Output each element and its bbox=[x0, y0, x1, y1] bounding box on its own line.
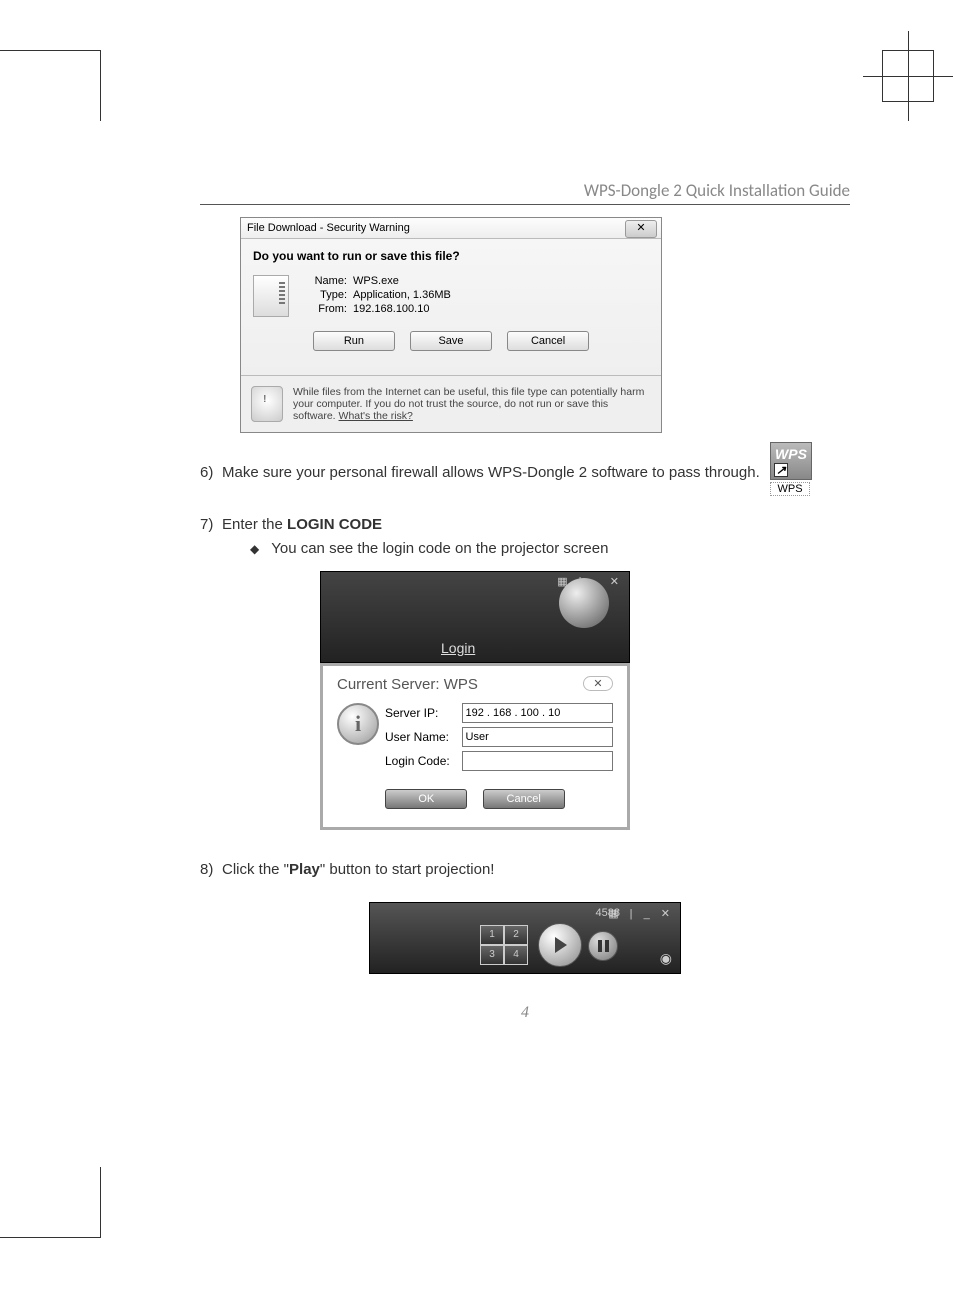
globe-icon bbox=[559, 578, 609, 628]
dialog-title: File Download - Security Warning bbox=[247, 222, 410, 234]
quadrant-2[interactable]: 2 bbox=[504, 925, 528, 945]
wps-shortcut-icon: WPS bbox=[770, 442, 812, 480]
from-value: 192.168.100.10 bbox=[353, 303, 429, 315]
file-icon bbox=[253, 275, 289, 317]
quadrant-selector[interactable]: 1 2 3 4 bbox=[480, 925, 528, 963]
quadrant-1[interactable]: 1 bbox=[480, 925, 504, 945]
play-button[interactable] bbox=[538, 923, 582, 967]
server-ip-input[interactable] bbox=[462, 703, 613, 723]
quadrant-3[interactable]: 3 bbox=[480, 945, 504, 965]
username-input[interactable] bbox=[462, 727, 613, 747]
name-label: Name: bbox=[303, 275, 347, 287]
file-download-dialog: File Download - Security Warning ✕ Do yo… bbox=[240, 217, 662, 433]
quadrant-4[interactable]: 4 bbox=[504, 945, 528, 965]
risk-link[interactable]: What's the risk? bbox=[339, 410, 413, 422]
ok-button[interactable]: OK bbox=[385, 789, 467, 809]
login-window: ▦ | _ ✕ Login Current Server: WPS ✕ i Se… bbox=[320, 571, 630, 830]
type-label: Type: bbox=[303, 289, 347, 301]
login-cancel-button[interactable]: Cancel bbox=[483, 789, 565, 809]
step-7-bullet: You can see the login code on the projec… bbox=[250, 537, 850, 561]
play-toolbar: 4588 ▦ | _ ✕ 1 2 3 4 ◉ bbox=[369, 902, 681, 974]
warning-text: While files from the Internet can be use… bbox=[293, 386, 651, 422]
page-header: WPS-Dongle 2 Quick Installation Guide bbox=[200, 180, 850, 205]
name-value: WPS.exe bbox=[353, 275, 399, 287]
wps-shortcut[interactable]: WPS WPS bbox=[770, 442, 810, 496]
step-7: 7)Enter the LOGIN CODE You can see the l… bbox=[200, 513, 850, 561]
page-number: 4 bbox=[200, 1004, 850, 1022]
play-window-controls[interactable]: ▦ | _ ✕ bbox=[608, 907, 674, 920]
cancel-button[interactable]: Cancel bbox=[507, 331, 589, 351]
username-label: User Name: bbox=[385, 730, 462, 744]
login-code-label: Login Code: bbox=[385, 754, 462, 768]
login-code-input[interactable] bbox=[462, 751, 613, 771]
login-tab[interactable]: Login bbox=[441, 640, 475, 656]
run-button[interactable]: Run bbox=[313, 331, 395, 351]
shield-icon bbox=[251, 386, 283, 422]
step-6: 6)Make sure your personal firewall allow… bbox=[200, 461, 850, 485]
login-close-button[interactable]: ✕ bbox=[583, 676, 613, 691]
wifi-icon: ◉ bbox=[660, 950, 672, 967]
save-button[interactable]: Save bbox=[410, 331, 492, 351]
info-icon: i bbox=[337, 703, 379, 745]
type-value: Application, 1.36MB bbox=[353, 289, 451, 301]
dialog-question: Do you want to run or save this file? bbox=[253, 249, 649, 263]
from-label: From: bbox=[303, 303, 347, 315]
pause-button[interactable] bbox=[588, 931, 618, 961]
server-ip-label: Server IP: bbox=[385, 706, 462, 720]
login-header: Current Server: WPS bbox=[337, 676, 478, 693]
step-8: 8)Click the "Play" button to start proje… bbox=[200, 858, 850, 882]
close-button[interactable]: ✕ bbox=[625, 220, 657, 238]
wps-shortcut-label: WPS bbox=[770, 482, 810, 496]
